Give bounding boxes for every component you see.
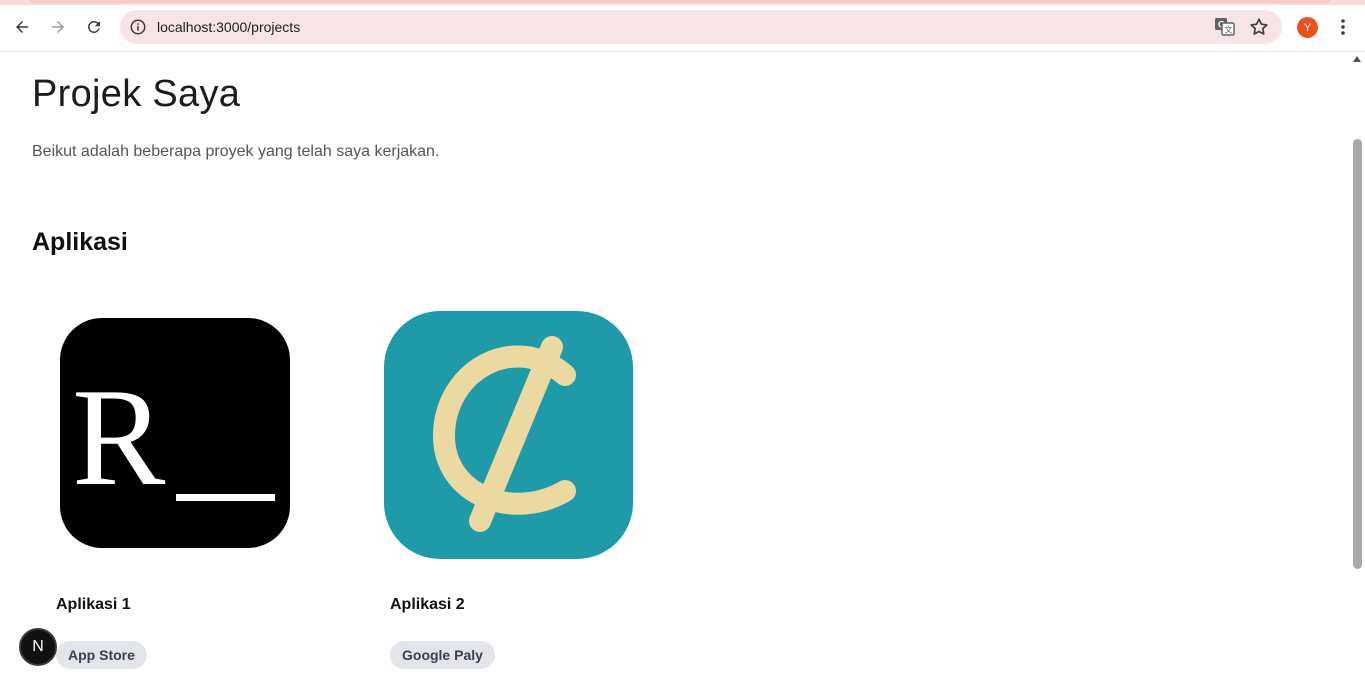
kebab-menu-icon[interactable]	[1333, 17, 1353, 37]
app-1-name[interactable]: Aplikasi 1	[56, 596, 131, 614]
page-scrollbar[interactable]	[1350, 52, 1365, 678]
scroll-thumb[interactable]	[1353, 139, 1362, 569]
svg-text:R: R	[72, 360, 166, 515]
back-button[interactable]	[8, 13, 36, 41]
bookmark-star-icon[interactable]	[1248, 16, 1270, 38]
profile-avatar[interactable]: Y	[1297, 17, 1318, 38]
page-subtitle: Beikut adalah beberapa proyek yang telah…	[32, 143, 440, 160]
translate-icon[interactable]: G 文	[1214, 17, 1236, 37]
url-text[interactable]: localhost:3000/projects	[157, 19, 300, 35]
nextjs-dev-indicator[interactable]: N	[19, 628, 57, 666]
forward-button[interactable]	[44, 13, 72, 41]
svg-text:文: 文	[1225, 25, 1233, 35]
scroll-up-arrow-icon[interactable]	[1353, 56, 1361, 62]
address-bar[interactable]: localhost:3000/projects G 文	[120, 10, 1282, 44]
r-terminal-icon: R	[60, 318, 290, 548]
page-content: Projek Saya Beikut adalah beberapa proye…	[0, 52, 1350, 678]
browser-toolbar: localhost:3000/projects G 文 Y	[0, 0, 1365, 52]
active-tab[interactable]	[30, 0, 1330, 3]
arrow-left-icon	[16, 21, 28, 33]
arrow-right-icon	[52, 21, 64, 33]
app-1-store-badge[interactable]: App Store	[56, 641, 147, 669]
tab-strip	[0, 0, 1365, 5]
reload-icon	[88, 20, 100, 33]
app-1-image[interactable]: R	[56, 314, 294, 552]
reload-button[interactable]	[80, 13, 108, 41]
app-2-image[interactable]	[384, 311, 633, 559]
site-info-icon[interactable]	[128, 17, 148, 37]
section-title: Aplikasi	[32, 228, 128, 256]
app-2-store-badge[interactable]: Google Paly	[390, 641, 495, 669]
cent-sign-icon	[384, 311, 633, 559]
app-2-name[interactable]: Aplikasi 2	[390, 596, 465, 614]
page-title: Projek Saya	[32, 73, 241, 115]
